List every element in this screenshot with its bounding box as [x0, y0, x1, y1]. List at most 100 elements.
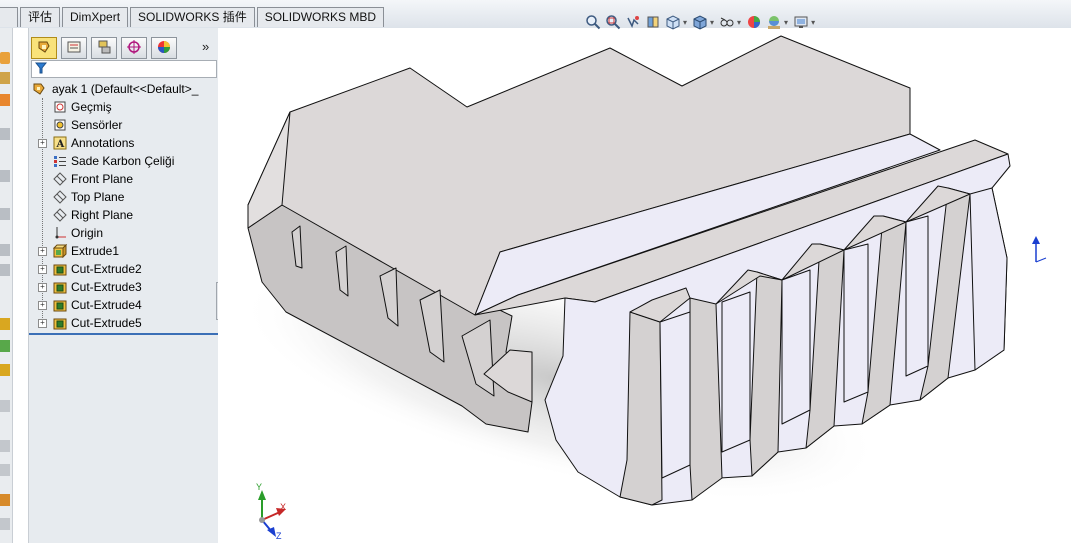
feature-icon[interactable]	[0, 400, 10, 412]
tree-item-origin[interactable]: Origin	[29, 224, 218, 242]
dimxpertmanager-tab[interactable]	[121, 37, 147, 59]
tree-item-label: Annotations	[71, 136, 135, 150]
tree-item-label: Extrude1	[71, 244, 120, 258]
tree-item-cut-extrude2[interactable]: + Cut-Extrude2	[29, 260, 218, 278]
feature-manager-panel: » ayak 1 (Default<<Default>_ Geçmiş Sens…	[28, 28, 219, 543]
configurationmanager-icon	[96, 39, 112, 58]
tree-item-sensors[interactable]: Sensörler	[29, 116, 218, 134]
tree-item-cut-extrude5[interactable]: + Cut-Extrude5	[29, 314, 218, 332]
feature-icon[interactable]	[0, 208, 10, 220]
cut-extrude-icon	[53, 298, 67, 312]
expand-toggle[interactable]: +	[38, 319, 47, 328]
feature-icon[interactable]	[0, 72, 10, 84]
feature-icon[interactable]	[0, 340, 10, 352]
triad-x-label: X	[280, 502, 287, 512]
tree-item-right-plane[interactable]: Right Plane	[29, 206, 218, 224]
tab-solidworks-addins[interactable]: SOLIDWORKS 插件	[130, 7, 255, 27]
tree-item-cut-extrude4[interactable]: + Cut-Extrude4	[29, 296, 218, 314]
expand-toggle[interactable]: +	[38, 301, 47, 310]
feature-icon[interactable]	[0, 94, 10, 106]
tree-item-history[interactable]: Geçmiş	[29, 98, 218, 116]
feature-manager-tabs	[31, 37, 181, 59]
tab-dimxpert[interactable]: DimXpert	[62, 7, 129, 27]
propertymanager-icon	[66, 39, 82, 58]
display-style-icon[interactable]	[692, 14, 708, 30]
tree-item-label: Top Plane	[71, 190, 125, 204]
graphics-area[interactable]: Y X Z	[218, 28, 1071, 543]
command-tabs: 评估 DimXpert SOLIDWORKS 插件 SOLIDWORKS MBD	[0, 7, 386, 27]
triad-z-label: Z	[276, 531, 282, 541]
tab-partially-hidden[interactable]	[0, 7, 18, 27]
zoom-to-fit-icon[interactable]	[585, 14, 601, 30]
left-command-strip	[0, 28, 13, 543]
plane-icon	[53, 172, 67, 186]
feature-icon[interactable]	[0, 464, 10, 476]
configurationmanager-tab[interactable]	[91, 37, 117, 59]
cut-extrude-icon	[53, 316, 67, 330]
tree-item-label: Sade Karbon Çeliği	[71, 154, 175, 168]
tree-item-annotations[interactable]: + A Annotations	[29, 134, 218, 152]
feature-icon[interactable]	[0, 170, 10, 182]
view-orientation-dropdown[interactable]: ▾	[683, 18, 687, 27]
triad-y-label: Y	[256, 482, 263, 492]
edit-appearance-icon[interactable]	[746, 14, 762, 30]
feature-icon[interactable]	[0, 494, 10, 506]
expand-toggle[interactable]: +	[38, 139, 47, 148]
display-style-dropdown[interactable]: ▾	[710, 18, 714, 27]
feature-icon[interactable]	[0, 364, 10, 376]
material-icon	[53, 154, 67, 168]
displaymanager-icon	[156, 39, 172, 58]
featuremanager-tree-icon	[36, 39, 52, 58]
tree-root-item[interactable]: ayak 1 (Default<<Default>_	[29, 80, 218, 98]
tree-item-label: Cut-Extrude2	[71, 262, 142, 276]
apply-scene-dropdown[interactable]: ▾	[784, 18, 788, 27]
expand-toggle[interactable]: +	[38, 265, 47, 274]
propertymanager-tab[interactable]	[61, 37, 87, 59]
view-settings-icon[interactable]	[793, 14, 809, 30]
hide-show-dropdown[interactable]: ▾	[737, 18, 741, 27]
tree-filter-input[interactable]	[31, 60, 217, 78]
feature-tree: ayak 1 (Default<<Default>_ Geçmiş Sensör…	[29, 80, 218, 332]
annotations-icon: A	[53, 136, 67, 150]
zoom-to-area-icon[interactable]	[605, 14, 621, 30]
expand-toggle[interactable]: +	[38, 247, 47, 256]
tree-item-top-plane[interactable]: Top Plane	[29, 188, 218, 206]
reference-triad-small	[1032, 236, 1047, 263]
feature-icon[interactable]	[0, 128, 10, 140]
feature-icon[interactable]	[0, 264, 10, 276]
sensors-icon	[53, 118, 67, 132]
tree-item-label: Cut-Extrude4	[71, 298, 142, 312]
tree-item-label: Geçmiş	[71, 100, 112, 114]
history-icon	[53, 100, 67, 114]
tree-item-label: Front Plane	[71, 172, 134, 186]
tab-solidworks-mbd[interactable]: SOLIDWORKS MBD	[256, 7, 385, 27]
tree-item-label: Right Plane	[71, 208, 134, 222]
apply-scene-icon[interactable]	[766, 14, 782, 30]
feature-icon[interactable]	[0, 318, 10, 330]
featuremanager-tree-tab[interactable]	[31, 37, 57, 59]
view-settings-dropdown[interactable]: ▾	[811, 18, 815, 27]
previous-view-icon[interactable]	[625, 14, 641, 30]
view-orientation-icon[interactable]	[665, 14, 681, 30]
hide-show-items-icon[interactable]	[719, 14, 735, 30]
expand-toggle[interactable]: +	[38, 283, 47, 292]
tab-evaluate[interactable]: 评估	[20, 7, 61, 27]
rollback-bar[interactable]	[29, 333, 218, 335]
plane-icon	[53, 208, 67, 222]
tree-item-label: Cut-Extrude5	[71, 316, 142, 330]
tree-item-material[interactable]: Sade Karbon Çeliği	[29, 152, 218, 170]
command-manager-tab-bar: 评估 DimXpert SOLIDWORKS 插件 SOLIDWORKS MBD	[0, 0, 1071, 28]
feature-icon[interactable]	[0, 518, 10, 530]
tree-item-front-plane[interactable]: Front Plane	[29, 170, 218, 188]
model-geometry	[247, 35, 1011, 506]
feature-icon[interactable]	[0, 244, 10, 256]
feature-icon[interactable]	[0, 52, 10, 64]
displaymanager-tab[interactable]	[151, 37, 177, 59]
tree-item-label: Origin	[71, 226, 104, 240]
feature-icon[interactable]	[0, 440, 10, 452]
part-model[interactable]	[218, 28, 1071, 543]
tree-item-extrude1[interactable]: + Extrude1	[29, 242, 218, 260]
tree-item-cut-extrude3[interactable]: + Cut-Extrude3	[29, 278, 218, 296]
expand-panel-button[interactable]: »	[202, 39, 209, 54]
section-view-icon[interactable]	[645, 14, 661, 30]
